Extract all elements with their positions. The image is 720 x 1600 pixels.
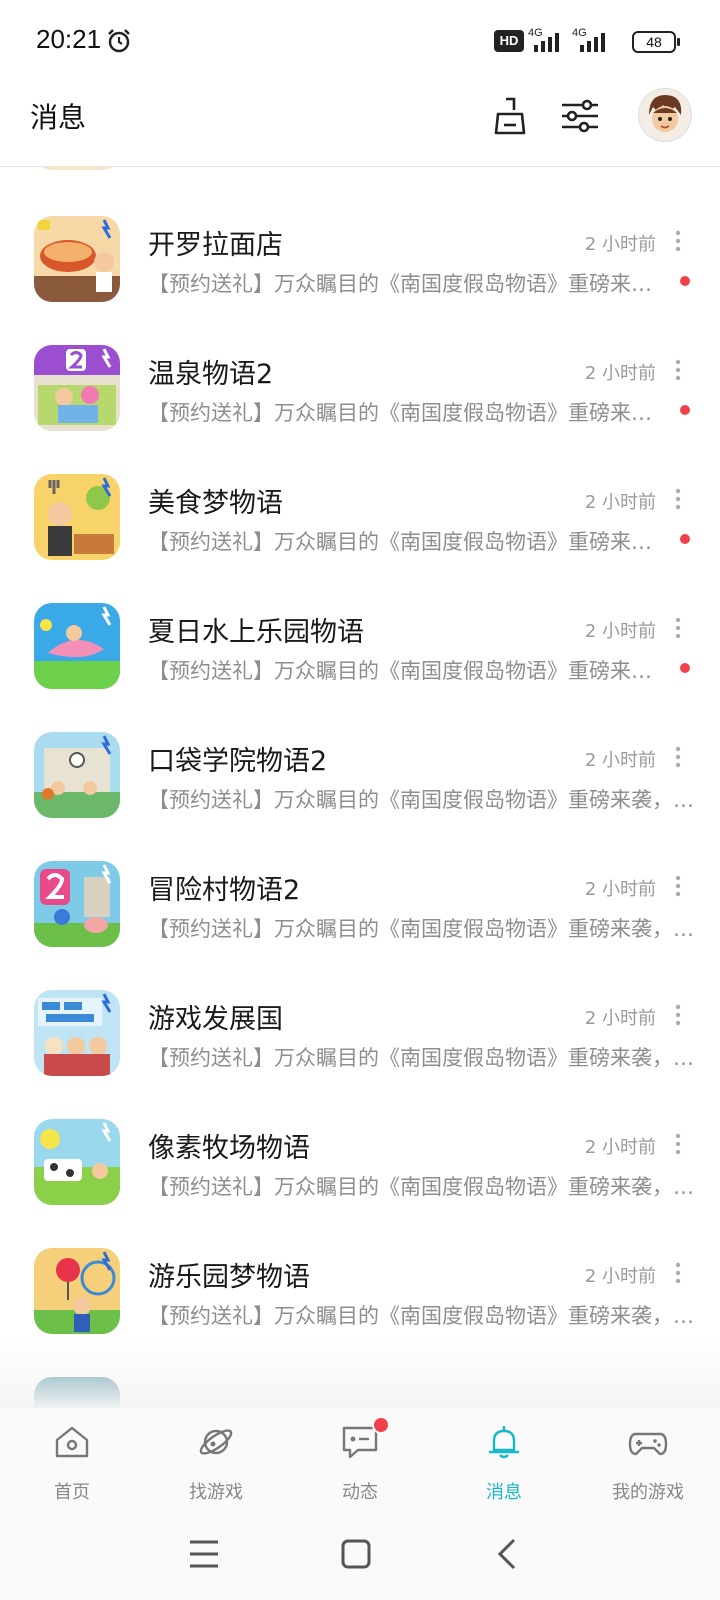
message-time: 2 小时前 [584, 234, 656, 255]
nav-feed[interactable]: 动态 [288, 1408, 432, 1508]
list-fade [0, 1340, 720, 1410]
message-row[interactable]: 口袋学院物语2 2 小时前 【预约送礼】万众瞩目的《南国度假岛物语》重磅来袭，现… [0, 732, 720, 863]
hd-badge: HD [494, 30, 524, 52]
avatar-face-icon [649, 95, 682, 132]
more-vertical-icon[interactable] [673, 746, 683, 768]
message-preview: 【预约送礼】万众瞩目的《南国度假岛物语》重磅来袭，现已开放预约 [148, 530, 656, 554]
alarm-icon [108, 29, 130, 53]
message-preview: 【预约送礼】万众瞩目的《南国度假岛物语》重磅来袭，现已开放预约 [148, 917, 696, 941]
nav-label: 找游戏 [189, 1482, 243, 1503]
battery-tip [677, 38, 680, 46]
nav-home[interactable]: 首页 [0, 1408, 144, 1508]
hot-spring-game-icon [34, 345, 120, 431]
more-vertical-icon[interactable] [673, 359, 683, 381]
more-vertical-icon[interactable] [673, 1262, 683, 1284]
more-vertical-icon[interactable] [673, 488, 683, 510]
game-dev-story-icon [34, 990, 120, 1076]
message-title: 游戏发展国 [148, 1004, 283, 1035]
message-title: 冒险村物语2 [148, 875, 301, 906]
water-park-game-icon [34, 603, 120, 689]
status-bar: 20:21 HD 4G 4G 48 [0, 0, 720, 80]
home-icon [55, 1426, 89, 1458]
message-title: 美食梦物语 [148, 488, 283, 519]
message-preview: 【预约送礼】万众瞩目的《南国度假岛物语》重磅来袭，现已开放预约 [148, 272, 656, 296]
pixel-ranch-game-icon [34, 1119, 120, 1205]
message-title: 夏日水上乐园物语 [148, 617, 364, 648]
unread-dot [680, 405, 690, 415]
avatar[interactable] [638, 88, 692, 142]
message-time: 2 小时前 [584, 1008, 656, 1029]
message-title: 游乐园梦物语 [148, 1262, 310, 1293]
signal-icon-2 [580, 33, 605, 52]
message-title: 开罗拉面店 [148, 230, 283, 261]
message-time: 2 小时前 [584, 1266, 656, 1287]
message-preview: 【预约送礼】万众瞩目的《南国度假岛物语》重磅来袭，现已开放预约 [148, 1046, 696, 1070]
unread-dot [680, 663, 690, 673]
nav-find-games[interactable]: 找游戏 [144, 1408, 288, 1508]
adventure-village-game-icon [34, 861, 120, 947]
message-time: 2 小时前 [584, 750, 656, 771]
message-title: 口袋学院物语2 [148, 746, 328, 777]
message-title: 像素牧场物语 [148, 1133, 310, 1164]
unread-dot [680, 534, 690, 544]
status-time: 20:21 [36, 24, 102, 54]
clear-messages-button[interactable] [486, 92, 534, 140]
more-vertical-icon[interactable] [673, 1004, 683, 1026]
ramen-game-icon [34, 216, 120, 302]
page-title: 消息 [30, 101, 87, 134]
message-preview: 【预约送礼】万众瞩目的《南国度假岛物语》重磅来袭，现已开放预约 [148, 1304, 696, 1328]
message-row[interactable]: 美食梦物语 2 小时前 【预约送礼】万众瞩目的《南国度假岛物语》重磅来袭，现已开… [0, 474, 720, 605]
message-time: 2 小时前 [584, 363, 656, 384]
message-preview: 【预约送礼】万众瞩目的《南国度假岛物语》重磅来袭，现已开放预约 [148, 659, 656, 683]
back-icon[interactable] [486, 1532, 530, 1576]
food-dream-game-icon [34, 474, 120, 560]
theme-park-game-icon [34, 1248, 120, 1334]
filter-sliders-icon [562, 99, 598, 133]
bell-icon [489, 1426, 519, 1459]
nav-label: 我的游戏 [612, 1482, 684, 1503]
message-preview: 【预约送礼】万众瞩目的《南国度假岛物语》重磅来袭，现已开放预约 [148, 1175, 696, 1199]
message-preview: 【预约送礼】万众瞩目的《南国度假岛物语》重磅来袭，现已开放预约 [148, 401, 656, 425]
planet-icon [199, 1429, 233, 1455]
more-vertical-icon[interactable] [673, 1133, 683, 1155]
nav-label: 动态 [342, 1482, 378, 1503]
app-header: 消息 [0, 80, 720, 167]
nav-my-games[interactable]: 我的游戏 [576, 1408, 720, 1508]
unread-dot [680, 276, 690, 286]
menu-icon[interactable] [182, 1532, 226, 1576]
message-row[interactable]: 夏日水上乐园物语 2 小时前 【预约送礼】万众瞩目的《南国度假岛物语》重磅来袭，… [0, 603, 720, 734]
system-navigation-bar [0, 1508, 720, 1600]
nav-label: 消息 [486, 1482, 522, 1503]
gamepad-icon [628, 1432, 668, 1456]
message-title: 温泉物语2 [148, 359, 274, 390]
partial-game-icon [34, 166, 120, 170]
more-vertical-icon[interactable] [673, 617, 683, 639]
message-row[interactable]: 像素牧场物语 2 小时前 【预约送礼】万众瞩目的《南国度假岛物语》重磅来袭，现已… [0, 1119, 720, 1250]
home-square-icon[interactable] [334, 1532, 378, 1576]
message-row[interactable]: 冒险村物语2 2 小时前 【预约送礼】万众瞩目的《南国度假岛物语》重磅来袭，现已… [0, 861, 720, 992]
message-row[interactable]: 温泉物语2 2 小时前 【预约送礼】万众瞩目的《南国度假岛物语》重磅来袭，现已开… [0, 345, 720, 476]
notification-badge [372, 1416, 390, 1434]
pocket-academy-game-icon [34, 732, 120, 818]
nav-messages[interactable]: 消息 [432, 1408, 576, 1508]
message-row[interactable]: 开罗拉面店 2 小时前 【预约送礼】万众瞩目的《南国度假岛物语》重磅来袭，现已开… [0, 216, 720, 347]
nav-label: 首页 [54, 1482, 90, 1503]
message-preview: 【预约送礼】万众瞩目的《南国度假岛物语》重磅来袭，现已开放预约 [148, 788, 696, 812]
signal-icon [534, 33, 559, 52]
more-vertical-icon[interactable] [673, 230, 683, 252]
message-row[interactable]: 游戏发展国 2 小时前 【预约送礼】万众瞩目的《南国度假岛物语》重磅来袭，现已开… [0, 990, 720, 1121]
clean-broom-icon [494, 97, 526, 135]
filter-button[interactable] [556, 92, 604, 140]
message-time: 2 小时前 [584, 1137, 656, 1158]
more-vertical-icon[interactable] [673, 875, 683, 897]
battery-indicator: 48 [632, 31, 676, 53]
bottom-navigation: 首页 找游戏 动态 消息 我的游戏 [0, 1408, 720, 1508]
message-time: 2 小时前 [584, 492, 656, 513]
message-list[interactable]: 开罗拉面店 2 小时前 【预约送礼】万众瞩目的《南国度假岛物语》重磅来袭，现已开… [0, 166, 720, 1408]
message-time: 2 小时前 [584, 879, 656, 900]
message-time: 2 小时前 [584, 621, 656, 642]
